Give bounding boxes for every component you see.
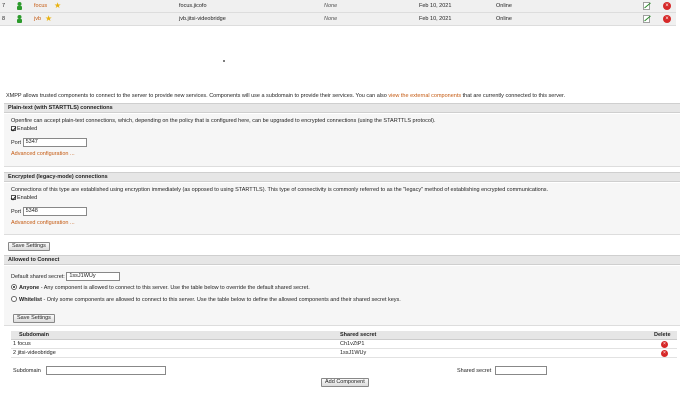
component-secret: Ch1vZtP1 <box>340 341 365 347</box>
edit-icon[interactable] <box>643 15 651 23</box>
delete-icon[interactable]: × <box>661 350 668 357</box>
legacy-section-body: Connections of this type are established… <box>4 183 680 235</box>
legacy-enabled-label: Enabled <box>17 195 38 201</box>
plain-enabled-row: Enabled <box>11 126 37 132</box>
external-components-link[interactable]: view the external components <box>388 93 461 99</box>
table-row: 8 jvb ★ jvb.jitsi-videobridge None Feb 1… <box>0 13 676 26</box>
secret-header: Shared secret <box>340 332 377 338</box>
new-secret-label: Shared secret <box>457 367 492 374</box>
plain-port-label: Port <box>11 139 22 146</box>
session-name-link[interactable]: jvb <box>34 16 41 22</box>
table-row: 7 focus ★ focus.jicofo None Feb 10, 2021… <box>0 0 676 13</box>
default-secret-label: Default shared secret: <box>11 273 65 280</box>
table-row: 1 focus Ch1vZtP1 × <box>11 340 677 349</box>
legacy-description: Connections of this type are established… <box>11 187 549 193</box>
legacy-port-input[interactable]: 5348 <box>22 207 87 216</box>
legacy-enabled-row: Enabled <box>11 195 37 201</box>
table-row: 2 jitsi-videobridge 1ssJ1WUy × <box>11 349 677 358</box>
session-name-link[interactable]: focus <box>34 3 47 9</box>
whitelist-label: Whitelist <box>19 297 42 303</box>
component-subdomain: 1 focus <box>13 341 31 347</box>
allowed-section-title: Allowed to Connect <box>4 255 680 265</box>
legacy-enabled-checkbox[interactable] <box>11 195 16 200</box>
new-secret-input[interactable] <box>494 366 547 375</box>
new-subdomain-row: Subdomain <box>13 366 167 375</box>
legacy-section-title: Encrypted (legacy-mode) connections <box>4 172 680 182</box>
delete-icon[interactable]: × <box>661 341 668 348</box>
plain-port-input[interactable]: 5347 <box>22 138 87 147</box>
edit-icon[interactable] <box>643 2 651 10</box>
component-secret: 1ssJ1WUy <box>340 350 367 356</box>
whitelist-description: - Only some components are allowed to co… <box>41 297 401 303</box>
session-status: Online <box>496 3 512 9</box>
legacy-advanced-link[interactable]: Advanced configuration ... <box>11 220 75 226</box>
legacy-port-label: Port <box>11 208 22 215</box>
session-presence: None <box>324 16 338 22</box>
session-date: Feb 10, 2021 <box>419 16 452 22</box>
components-table-header: Subdomain Shared secret Delete <box>11 331 677 340</box>
intro-text: XMPP allows trusted components to connec… <box>6 93 565 99</box>
anyone-label: Anyone <box>19 285 40 291</box>
session-resource: jvb.jitsi-videobridge <box>179 16 226 22</box>
anyone-radio[interactable] <box>11 284 17 290</box>
session-date: Feb 10, 2021 <box>419 3 452 9</box>
row-index: 7 <box>2 3 6 9</box>
new-secret-row: Shared secret <box>457 366 547 375</box>
default-secret-input[interactable]: 1ssJ1WUy <box>66 272 121 281</box>
intro-body: XMPP allows trusted components to connec… <box>6 93 389 99</box>
subdomain-header: Subdomain <box>19 332 49 338</box>
component-subdomain: 2 jitsi-videobridge <box>13 350 56 356</box>
delete-icon[interactable]: × <box>663 15 671 23</box>
plain-advanced-link[interactable]: Advanced configuration ... <box>11 151 75 157</box>
new-subdomain-input[interactable] <box>46 366 167 375</box>
plain-enabled-checkbox[interactable] <box>11 126 16 131</box>
plain-description: Openfire can accept plain-text connectio… <box>11 118 436 124</box>
session-resource: focus.jicofo <box>179 3 207 9</box>
anyone-description: - Any component is allowed to connect to… <box>39 285 310 291</box>
plain-section-title: Plain-text (with STARTTLS) connections <box>4 103 680 113</box>
session-status: Online <box>496 16 512 22</box>
session-presence: None <box>324 3 338 9</box>
delete-icon[interactable]: × <box>663 2 671 10</box>
default-secret-row: Default shared secret: 1ssJ1WUy <box>11 272 121 281</box>
save-settings-button[interactable]: Save Settings <box>8 242 50 251</box>
anyone-option: Anyone - Any component is allowed to con… <box>11 284 310 291</box>
user-online-icon <box>17 2 22 10</box>
plain-enabled-label: Enabled <box>17 126 38 132</box>
row-index: 8 <box>2 16 6 22</box>
plain-section-body: Openfire can accept plain-text connectio… <box>4 114 680 167</box>
allowed-section-body: Default shared secret: 1ssJ1WUy Anyone -… <box>4 266 680 326</box>
delete-header: Delete <box>654 332 671 338</box>
new-subdomain-label: Subdomain <box>13 367 41 374</box>
plain-port-row: Port 5347 <box>11 138 87 147</box>
star-icon: ★ <box>45 14 53 23</box>
allowed-save-settings-button[interactable]: Save Settings <box>13 314 55 323</box>
user-online-icon <box>17 15 22 23</box>
add-component-button[interactable]: Add Component <box>321 378 369 387</box>
legacy-port-row: Port 5348 <box>11 207 87 216</box>
whitelist-option: Whitelist - Only some components are all… <box>11 296 401 303</box>
intro-suffix: that are currently connected to this ser… <box>461 93 566 99</box>
whitelist-radio[interactable] <box>11 296 17 302</box>
separator-dot <box>223 60 225 62</box>
star-icon: ★ <box>54 1 62 10</box>
